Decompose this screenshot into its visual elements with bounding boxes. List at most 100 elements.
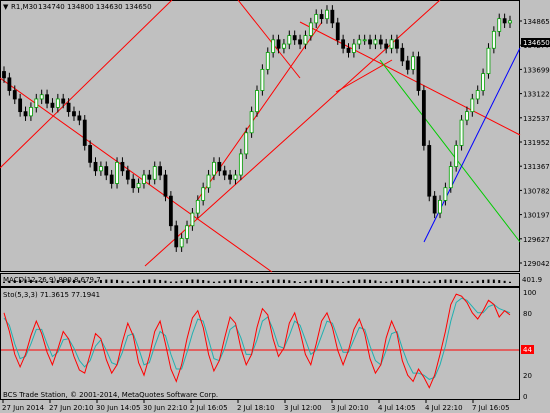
macd-bar	[83, 281, 86, 283]
candle-body	[432, 195, 437, 214]
candle-body	[228, 174, 232, 180]
last-price-value: 134650	[523, 39, 550, 47]
candle-body	[470, 98, 475, 113]
macd-bar	[46, 281, 49, 283]
macd-bar	[277, 279, 280, 283]
candle-body	[373, 39, 378, 45]
macd-bar	[159, 279, 162, 283]
candle-body	[109, 174, 114, 184]
candle-body	[502, 18, 507, 24]
candle-body	[217, 161, 222, 172]
candle-body	[459, 119, 464, 146]
macd-bar	[406, 279, 409, 283]
macd-axis-top: 401.9	[522, 276, 542, 284]
macd-bar	[132, 281, 135, 283]
candle-body	[61, 98, 66, 104]
macd-bar	[186, 279, 189, 283]
macd-bar	[229, 279, 232, 283]
candle-body	[55, 98, 60, 108]
macd-bar	[169, 281, 172, 283]
price-axis[interactable]: 1348651342771336991331221325371319521313…	[519, 18, 550, 268]
time-tick-label: 30 Jun 22:10	[143, 404, 187, 412]
candle-body	[395, 39, 399, 49]
macd-bar	[293, 281, 296, 283]
symbol-label[interactable]: R1,M30	[11, 3, 38, 11]
candle-body	[104, 166, 109, 176]
time-tick-label: 27 Jun 2014	[2, 404, 45, 412]
macd-bar	[8, 281, 11, 283]
candle-body	[125, 170, 130, 180]
candle-body	[23, 111, 28, 117]
macd-bar	[62, 279, 65, 283]
candle-body	[265, 52, 270, 70]
macd-bar	[315, 279, 318, 283]
candle-body	[66, 102, 71, 113]
stoch-tick-label: 80	[523, 310, 532, 318]
macd-bar	[476, 280, 479, 283]
macd-bar	[13, 280, 16, 283]
candle-body	[93, 161, 98, 172]
macd-bar	[234, 279, 237, 283]
price-tick-label: 131952	[523, 139, 550, 147]
candle-body	[212, 161, 216, 176]
candle-body	[238, 153, 243, 176]
macd-bar	[29, 279, 32, 283]
macd-bar	[116, 279, 119, 283]
candle-body	[351, 43, 356, 53]
macd-bar	[299, 281, 302, 283]
candle-body	[341, 39, 346, 49]
candle-body	[185, 225, 189, 239]
macd-bar	[35, 280, 38, 283]
time-tick-label: 7 Jul 16:05	[472, 404, 510, 412]
macd-bar	[492, 279, 495, 283]
symbol-dropdown-icon[interactable]: ▼	[3, 3, 9, 11]
candle-body	[255, 90, 259, 113]
macd-bar	[320, 279, 323, 283]
candle-body	[319, 14, 324, 20]
candle-body	[163, 174, 168, 197]
price-tick-label: 133122	[523, 91, 550, 99]
macd-bar	[56, 280, 59, 283]
stoch-tick-label: 100	[523, 289, 536, 297]
macd-bar	[72, 279, 75, 283]
candle-body	[389, 39, 394, 49]
macd-bar	[78, 280, 81, 283]
candle-body	[271, 39, 276, 53]
candle-body	[427, 145, 432, 197]
price-tick-label: 129627	[523, 236, 550, 244]
macd-bar	[395, 280, 398, 283]
last-price-marker: 134650	[521, 38, 550, 47]
time-tick-label: 2 Jul 16:05	[190, 404, 228, 412]
macd-bar	[272, 279, 275, 283]
macd-bar	[121, 280, 124, 283]
macd-bar	[105, 279, 108, 283]
candle-body	[438, 199, 442, 214]
candle-body	[330, 9, 335, 24]
candle-body	[45, 94, 49, 104]
price-tick-label: 130782	[523, 187, 550, 195]
candle-body	[34, 98, 39, 108]
macd-bar	[282, 279, 285, 283]
price-tick-label: 129042	[523, 260, 550, 268]
macd-bar	[164, 280, 167, 283]
macd-bar	[126, 281, 129, 283]
macd-bar	[342, 281, 345, 283]
macd-bar	[369, 279, 372, 283]
candle-body	[190, 212, 195, 227]
macd-bar	[336, 281, 339, 283]
macd-bar	[347, 280, 350, 283]
macd-bar	[503, 280, 506, 283]
candle-body	[222, 170, 227, 176]
macd-bar	[202, 280, 205, 283]
candle-body	[287, 35, 292, 45]
macd-bar	[110, 279, 113, 283]
macd-bar	[428, 281, 431, 283]
price-tick-label: 133699	[523, 66, 550, 74]
candle-body	[475, 90, 480, 100]
chart-canvas[interactable]: ▼ R1,M30 134740 134800 134630 134650 134…	[0, 0, 550, 413]
time-axis[interactable]: 27 Jun 2014 27 Jun 20:10 30 Jun 14:05 30 Ju…	[2, 400, 510, 412]
macd-bar	[89, 281, 92, 283]
macd-bar	[180, 280, 183, 283]
macd-bar	[218, 281, 221, 283]
candle-body	[195, 199, 200, 214]
